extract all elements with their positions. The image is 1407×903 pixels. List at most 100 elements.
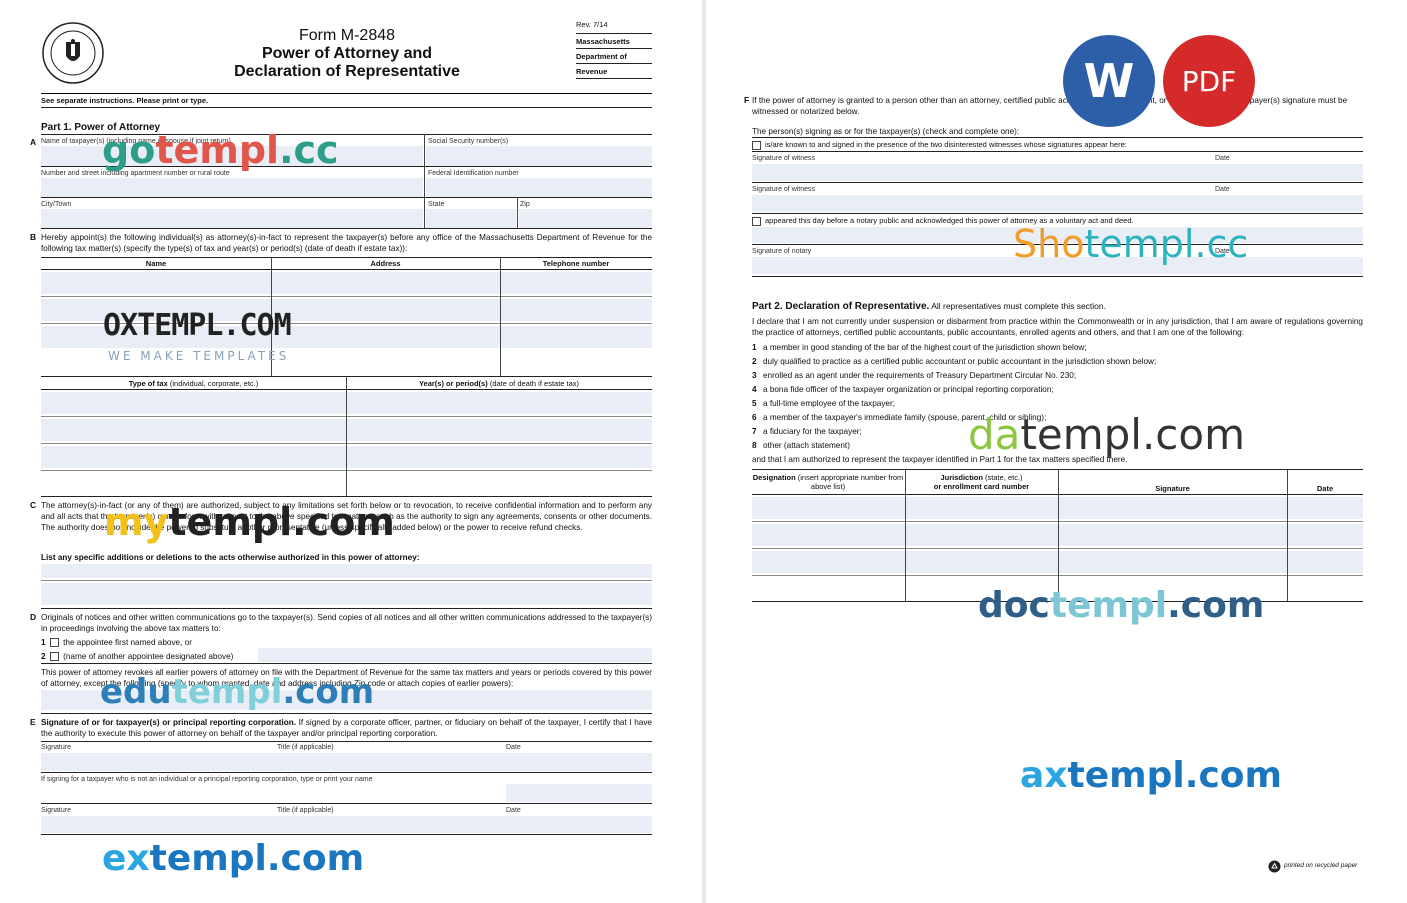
designation-header: Designation (insert appropriate number f… (752, 473, 904, 491)
watermark-edutempl-b: templ (171, 672, 283, 712)
ssn-field[interactable] (426, 146, 652, 166)
notice-option-1-checkbox[interactable] (50, 638, 60, 648)
section-c-letter: C (30, 500, 37, 510)
notary-option-checkbox[interactable] (752, 216, 761, 226)
other-appointee-field[interactable] (258, 648, 652, 662)
watermark-datempl-b: templ.com (1020, 410, 1246, 459)
watermark-gotempl-b: templ (155, 128, 280, 172)
witness-option[interactable]: is/are known to and signed in the presen… (752, 140, 1127, 150)
watermark-edutempl-c: .com (282, 672, 375, 712)
qualification-text: a full-time employee of the taxpayer; (763, 399, 895, 408)
persons-signing-label: The person(s) signing as or for the taxp… (752, 127, 1020, 136)
ssn-label: Social Security number(s) (428, 138, 509, 145)
notice-option-2[interactable]: 2 (name of another appointee designated … (41, 651, 233, 662)
watermark-doctempl-c: .com (1167, 585, 1265, 626)
qualification-text: other (attach statement) (763, 441, 850, 450)
witness1-label: Signature of witness (752, 155, 816, 162)
other-name-field[interactable] (506, 784, 652, 802)
notice-option-2-checkbox[interactable] (50, 652, 60, 662)
pdf-icon[interactable]: PDF (1163, 35, 1255, 127)
watermark-edutempl-a: edu (100, 672, 172, 712)
watermark-datempl: datempl.com (968, 410, 1245, 459)
qualification-text: duly qualified to practice as a certifie… (763, 357, 1157, 366)
taxpayer-signature-field[interactable] (41, 753, 652, 771)
date-header: Date (1316, 484, 1334, 493)
tax-type-header-bold: Type of tax (128, 379, 168, 388)
zip-label: Zip (520, 201, 530, 208)
watermark-gotempl-c: .cc (279, 128, 339, 172)
jurisdiction-header-note: (state, etc.) (982, 473, 1023, 482)
qualification-number: 4 (752, 385, 757, 394)
watermark-extempl-b: templ.com (149, 838, 365, 879)
jurisdiction-header: Jurisdiction (state, etc.) or enrollment … (905, 473, 1058, 491)
watermark-gotempl: gotempl.cc (102, 128, 339, 172)
acts-list-label: List any specific additions or deletions… (41, 553, 420, 562)
section-b-letter: B (30, 232, 37, 242)
watermark-datempl-a: da (968, 410, 1021, 459)
witness2-label: Signature of witness (752, 186, 816, 193)
notice-option-2-num: 2 (41, 652, 46, 661)
tax-year-header: Year(s) or period(s) (date of death if e… (346, 379, 652, 388)
signature-header: Signature (1155, 484, 1190, 493)
watermark-axtempl-b: templ.com (1067, 755, 1283, 796)
witness1-field[interactable] (752, 164, 1363, 181)
notary-label: Signature of notary (752, 248, 812, 255)
taxpayer2-signature-field[interactable] (41, 816, 652, 833)
section-d-text: Originals of notices and other written c… (41, 613, 652, 633)
tax-type-header-note: (individual, corporate, etc.) (167, 379, 259, 388)
tax-type-header: Type of tax (individual, corporate, etc.… (41, 379, 346, 388)
section-f-letter: F (744, 95, 750, 105)
watermark-oxtempl: OXTEMPL.COM (103, 308, 292, 343)
watermark-gotempl-a: go (102, 128, 156, 172)
section-b-text: Hereby appoint(s) the following individu… (41, 233, 652, 253)
state-label: State (428, 201, 445, 208)
city-field[interactable] (41, 209, 423, 228)
qualification-number: 5 (752, 399, 757, 408)
watermark-extempl: extempl.com (102, 838, 364, 879)
fid-label: Federal Identification number (428, 170, 519, 177)
section-d-letter: D (30, 612, 37, 622)
part2-subtitle: All representatives must complete this s… (929, 301, 1106, 311)
qualification-text: a bona fide officer of the taxpayer orga… (763, 385, 1054, 394)
watermark-shotempl-b: templ.cc (1084, 222, 1249, 266)
appointee-address-header: Address (370, 259, 401, 268)
watermark-oxtempl-tagline: WE MAKE TEMPLATES (108, 349, 290, 363)
qualification-item: 1 a member in good standing of the bar of… (752, 342, 1363, 356)
tax-year-header-bold: Year(s) or period(s) (418, 379, 488, 388)
taxpayer-title-label: Title (if applicable) (277, 744, 334, 751)
street-field[interactable] (41, 178, 423, 197)
part2-title: Part 2. Declaration of Representative. (752, 301, 930, 312)
witness-option-checkbox[interactable] (752, 140, 761, 150)
witness-option-label: is/are known to and signed in the presen… (765, 140, 1127, 149)
jurisdiction-header-line2: or enrollment card number (933, 482, 1030, 491)
watermark-mytempl-b: templ.com (168, 500, 395, 544)
acts-list-field[interactable] (41, 564, 652, 578)
jurisdiction-header-bold: Jurisdiction (940, 473, 983, 482)
word-icon-label: W (1083, 54, 1135, 108)
taxpayer2-signature-label: Signature (41, 807, 71, 814)
watermark-axtempl: axtempl.com (1020, 755, 1282, 796)
witness2-date-label: Date (1215, 186, 1230, 193)
zip-field[interactable] (519, 209, 652, 228)
section-e-letter: E (30, 717, 36, 727)
watermark-shotempl-a: Sho (1013, 222, 1085, 266)
taxpayer2-title-label: Title (if applicable) (277, 807, 334, 814)
word-icon[interactable]: W (1063, 35, 1155, 127)
qualification-number: 7 (752, 427, 757, 436)
state-field[interactable] (426, 209, 516, 228)
tax-year-header-note: (date of death if estate tax) (487, 379, 580, 388)
agency-line3: Revenue (576, 67, 608, 76)
qualification-number: 2 (752, 357, 757, 366)
fid-field[interactable] (426, 178, 652, 197)
appointee-row-1[interactable] (41, 272, 652, 294)
watermark-extempl-a: ex (102, 838, 150, 879)
notice-option-1-num: 1 (41, 638, 46, 647)
acts-list-field-2[interactable] (41, 583, 652, 605)
qualification-text: enrolled as an agent under the requireme… (763, 371, 1077, 380)
qualification-number: 3 (752, 371, 757, 380)
witness2-field[interactable] (752, 195, 1363, 212)
agency-line2: Department of (576, 52, 627, 61)
agency-line1: Massachusetts (576, 37, 630, 46)
notice-option-1[interactable]: 1 the appointee first named above, or (41, 637, 192, 648)
designation-header-bold: Designation (752, 473, 796, 482)
